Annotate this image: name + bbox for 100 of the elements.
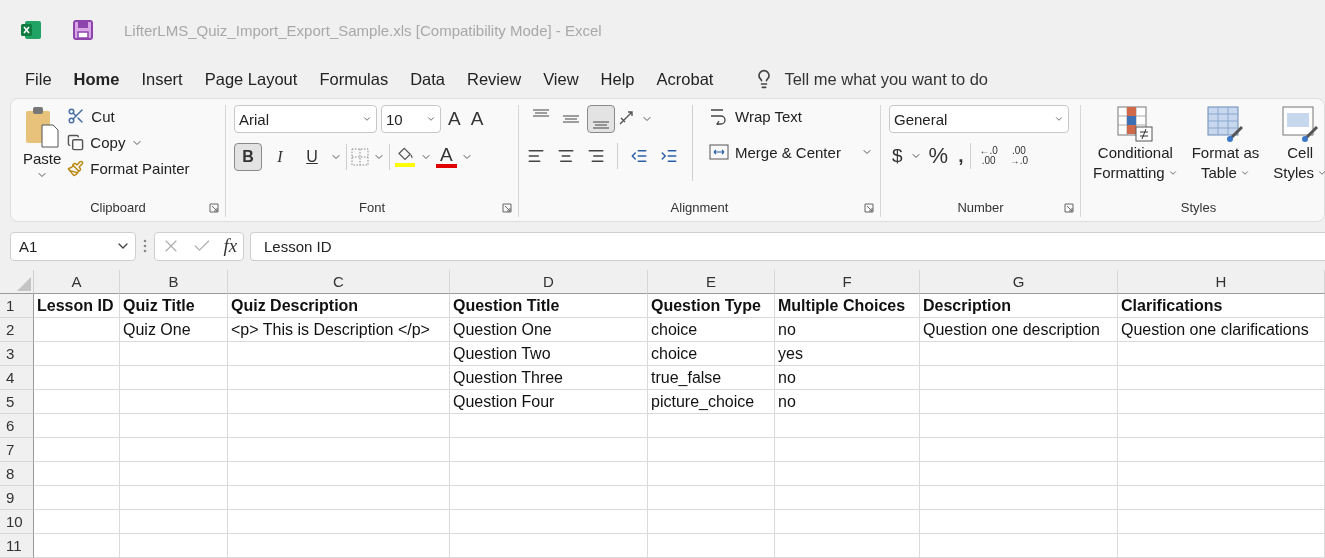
table-cell[interactable]: [775, 462, 920, 486]
row-header[interactable]: 3: [0, 342, 34, 366]
align-center-icon[interactable]: [557, 147, 575, 165]
table-cell[interactable]: [120, 486, 228, 510]
increase-indent-icon[interactable]: [660, 147, 678, 165]
table-cell[interactable]: Question One: [450, 318, 648, 342]
table-cell[interactable]: Clarifications: [1118, 294, 1325, 318]
table-cell[interactable]: picture_choice: [648, 390, 775, 414]
styles-button[interactable]: Cell Styles: [1269, 105, 1325, 183]
table-cell[interactable]: choice: [648, 318, 775, 342]
save-icon[interactable]: [72, 19, 94, 41]
table-cell[interactable]: [648, 462, 775, 486]
menu-tab[interactable]: Page Layout: [193, 69, 309, 89]
menu-tab[interactable]: File: [14, 69, 63, 89]
table-cell[interactable]: [920, 534, 1118, 558]
table-cell[interactable]: [228, 366, 450, 390]
table-cell[interactable]: [120, 534, 228, 558]
table-cell[interactable]: [1118, 438, 1325, 462]
paste-button[interactable]: Paste: [19, 105, 66, 200]
table-cell[interactable]: [1118, 462, 1325, 486]
table-cell[interactable]: [648, 534, 775, 558]
table-cell[interactable]: [120, 366, 228, 390]
table-cell[interactable]: [120, 462, 228, 486]
borders-icon[interactable]: [351, 148, 369, 166]
table-cell[interactable]: [920, 390, 1118, 414]
cut-button[interactable]: Cut: [65, 105, 192, 127]
number-format-field[interactable]: General: [889, 105, 1069, 133]
row-header[interactable]: 7: [0, 438, 34, 462]
underline-button[interactable]: U: [298, 143, 326, 171]
table-cell[interactable]: Question one clarifications: [1118, 318, 1325, 342]
italic-button[interactable]: I: [266, 143, 294, 171]
table-cell[interactable]: [450, 534, 648, 558]
table-cell[interactable]: [450, 486, 648, 510]
currency-button[interactable]: $: [889, 145, 906, 167]
table-cell[interactable]: [120, 510, 228, 534]
column-header[interactable]: D: [450, 270, 648, 294]
bold-button[interactable]: B: [234, 143, 262, 171]
table-cell[interactable]: Question Two: [450, 342, 648, 366]
table-cell[interactable]: [450, 414, 648, 438]
insert-function-button[interactable]: fx: [223, 235, 238, 257]
table-cell[interactable]: [120, 438, 228, 462]
menu-tab[interactable]: Help: [589, 69, 646, 89]
menu-tab[interactable]: Acrobat: [645, 69, 725, 89]
menu-tab[interactable]: Formulas: [308, 69, 400, 89]
font-color-button[interactable]: A: [436, 146, 457, 168]
table-cell[interactable]: [228, 414, 450, 438]
name-box[interactable]: A1: [10, 231, 136, 261]
row-header[interactable]: 11: [0, 534, 34, 558]
table-cell[interactable]: [1118, 342, 1325, 366]
wrap-text-button[interactable]: Wrap Text: [707, 105, 875, 127]
shrink-font-button[interactable]: A: [467, 108, 487, 130]
table-cell[interactable]: [920, 462, 1118, 486]
table-cell[interactable]: [450, 510, 648, 534]
table-cell[interactable]: true_false: [648, 366, 775, 390]
table-cell[interactable]: [1118, 414, 1325, 438]
font-size-field[interactable]: 10: [381, 105, 441, 133]
column-header[interactable]: E: [648, 270, 775, 294]
menu-tab[interactable]: View: [532, 69, 590, 89]
row-header[interactable]: 9: [0, 486, 34, 510]
table-cell[interactable]: [775, 486, 920, 510]
menu-tab[interactable]: Insert: [130, 69, 194, 89]
table-cell[interactable]: [34, 438, 120, 462]
decrease-decimal-button[interactable]: .00 →.0: [1005, 146, 1033, 166]
table-cell[interactable]: [228, 486, 450, 510]
grow-font-button[interactable]: A: [445, 108, 464, 130]
table-cell[interactable]: [34, 534, 120, 558]
row-header[interactable]: 1: [0, 294, 34, 318]
table-cell[interactable]: [920, 486, 1118, 510]
table-cell[interactable]: choice: [648, 342, 775, 366]
styles-button[interactable]: Format as Table: [1187, 105, 1264, 183]
table-cell[interactable]: [920, 414, 1118, 438]
table-cell[interactable]: [120, 390, 228, 414]
comma-button[interactable]: ,: [955, 145, 967, 167]
align-left-icon[interactable]: [527, 147, 545, 165]
row-header[interactable]: 8: [0, 462, 34, 486]
table-cell[interactable]: Quiz One: [120, 318, 228, 342]
row-header[interactable]: 6: [0, 414, 34, 438]
table-cell[interactable]: [34, 486, 120, 510]
menu-tab[interactable]: Review: [456, 69, 533, 89]
menu-tab[interactable]: Data: [399, 69, 456, 89]
column-header[interactable]: H: [1118, 270, 1325, 294]
fill-color-icon[interactable]: [394, 146, 416, 168]
table-cell[interactable]: [1118, 366, 1325, 390]
table-cell[interactable]: no: [775, 390, 920, 414]
column-header[interactable]: G: [920, 270, 1118, 294]
table-cell[interactable]: Quiz Title: [120, 294, 228, 318]
formula-field[interactable]: Lesson ID: [250, 231, 1325, 261]
font-name-field[interactable]: Arial: [234, 105, 377, 133]
table-cell[interactable]: yes: [775, 342, 920, 366]
table-cell[interactable]: [34, 318, 120, 342]
table-cell[interactable]: [120, 342, 228, 366]
table-cell[interactable]: [34, 390, 120, 414]
table-cell[interactable]: [228, 342, 450, 366]
table-cell[interactable]: [1118, 510, 1325, 534]
table-cell[interactable]: [1118, 390, 1325, 414]
table-cell[interactable]: [228, 390, 450, 414]
table-cell[interactable]: Question Title: [450, 294, 648, 318]
copy-button[interactable]: Copy: [65, 132, 192, 153]
table-cell[interactable]: [34, 366, 120, 390]
table-cell[interactable]: [228, 534, 450, 558]
